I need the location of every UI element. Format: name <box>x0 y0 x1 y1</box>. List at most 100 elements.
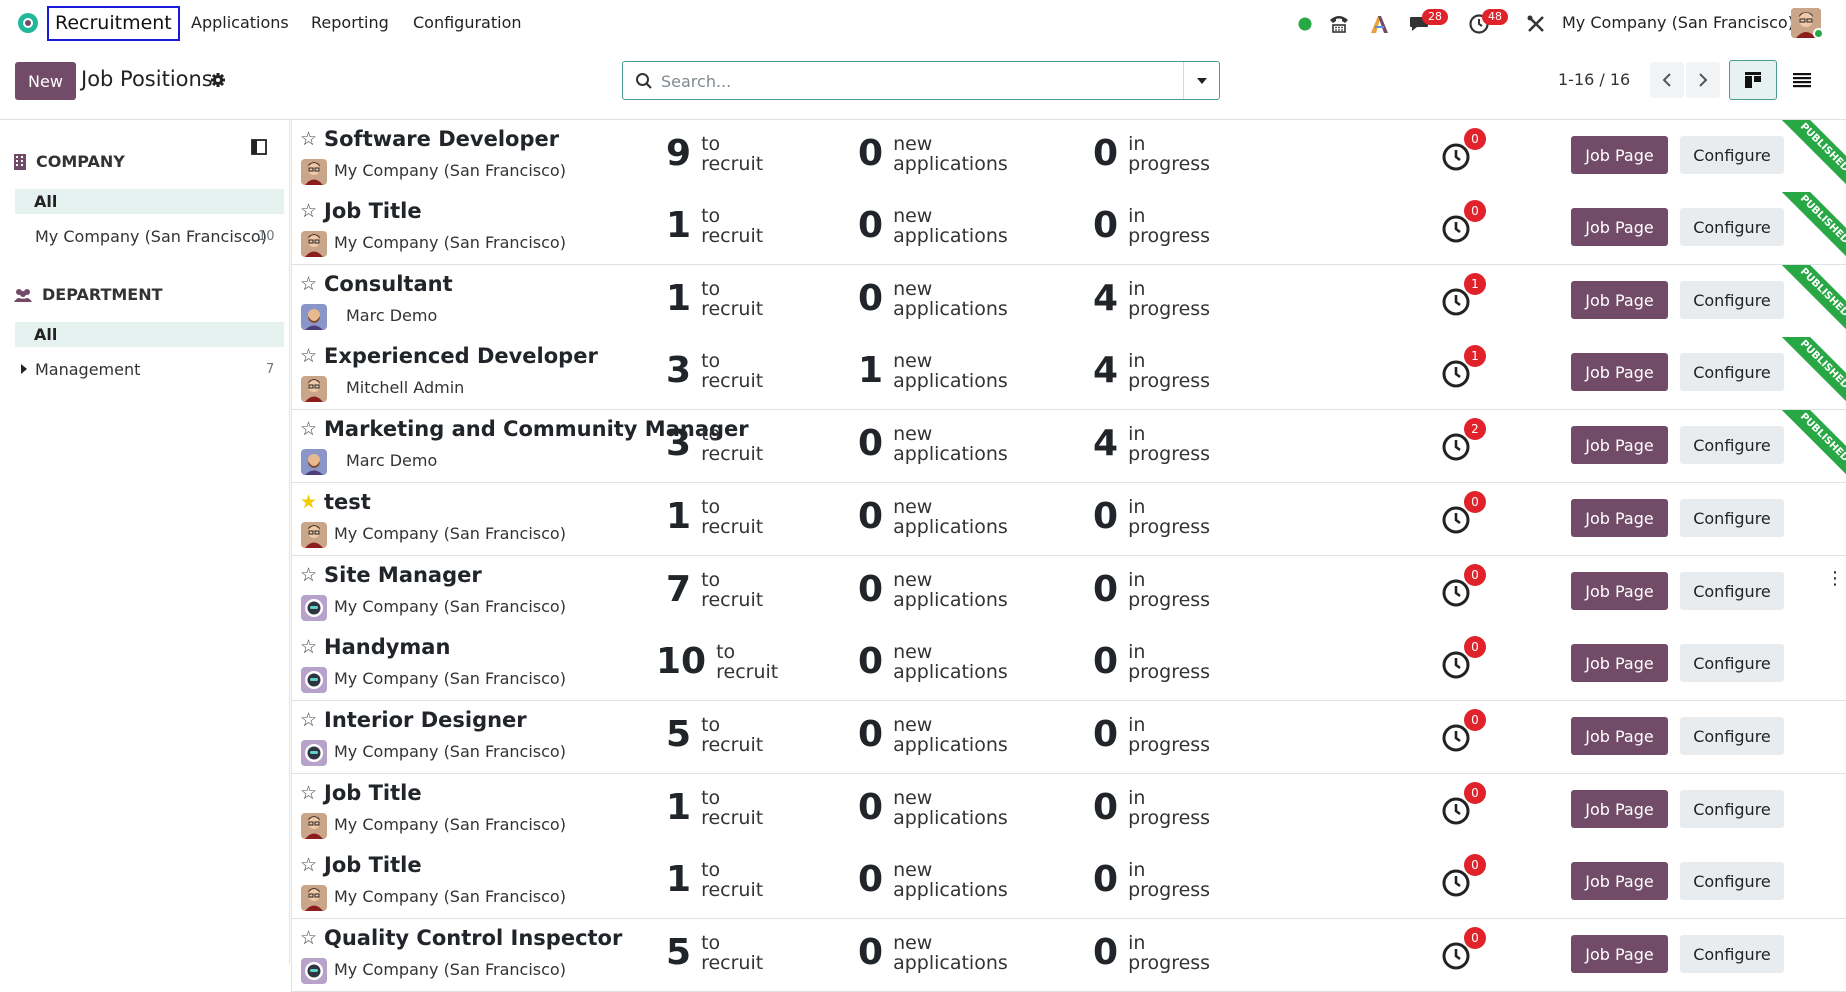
status-dot-icon[interactable] <box>1293 12 1317 36</box>
favorite-star-icon[interactable]: ☆ <box>300 200 317 222</box>
new-applications-stat[interactable]: 0 new applications <box>858 715 1008 756</box>
new-button[interactable]: New <box>15 62 76 100</box>
app-name[interactable]: Recruitment <box>47 6 180 41</box>
favorite-star-icon[interactable]: ☆ <box>300 273 317 295</box>
new-applications-stat[interactable]: 0 new applications <box>858 497 1008 538</box>
in-progress-stat[interactable]: 4 in progress <box>1093 351 1210 392</box>
department-filter-all[interactable]: All <box>15 322 284 347</box>
job-page-button[interactable]: Job Page <box>1571 208 1668 246</box>
in-progress-stat[interactable]: 0 in progress <box>1093 860 1210 901</box>
sidebar-collapse-icon[interactable] <box>251 139 267 155</box>
new-applications-stat[interactable]: 1 new applications <box>858 351 1008 392</box>
app-menu-icon[interactable] <box>16 11 40 35</box>
job-name[interactable]: Site Manager <box>324 563 482 587</box>
job-card[interactable]: ☆ Experienced Developer Mitchell Admin 3 to r… <box>291 337 1846 410</box>
configure-button[interactable]: Configure <box>1680 717 1784 755</box>
in-progress-stat[interactable]: 0 in progress <box>1093 206 1210 247</box>
favorite-star-icon[interactable]: ☆ <box>300 128 317 150</box>
job-page-button[interactable]: Job Page <box>1571 499 1668 537</box>
department-filter-item[interactable]: Management <box>35 360 140 379</box>
job-page-button[interactable]: Job Page <box>1571 281 1668 319</box>
company-filter-item[interactable]: My Company (San Francisco) <box>35 227 267 246</box>
new-applications-stat[interactable]: 0 new applications <box>858 788 1008 829</box>
configure-button[interactable]: Configure <box>1680 572 1784 610</box>
caret-right-icon[interactable] <box>21 364 27 374</box>
to-recruit-stat[interactable]: 10 to recruit <box>656 642 778 683</box>
job-name[interactable]: Handyman <box>324 635 450 659</box>
job-name[interactable]: Job Title <box>324 781 422 805</box>
job-card[interactable]: ☆ Job Title My Company (San Francisco) 1 to r… <box>291 846 1846 919</box>
favorite-star-icon[interactable]: ☆ <box>300 709 317 731</box>
job-name[interactable]: Experienced Developer <box>324 344 598 368</box>
configure-button[interactable]: Configure <box>1680 426 1784 464</box>
in-progress-stat[interactable]: 0 in progress <box>1093 642 1210 683</box>
new-applications-stat[interactable]: 0 new applications <box>858 642 1008 683</box>
job-name[interactable]: Job Title <box>324 199 422 223</box>
job-name[interactable]: Interior Designer <box>324 708 527 732</box>
job-card[interactable]: ☆ Handyman My Company (San Francisco) 10 to r… <box>291 628 1846 701</box>
menu-applications[interactable]: Applications <box>191 13 289 32</box>
job-card[interactable]: ☆ Software Developer My Company (San Franc… <box>291 120 1846 193</box>
to-recruit-stat[interactable]: 1 to recruit <box>666 860 763 901</box>
configure-button[interactable]: Configure <box>1680 499 1784 537</box>
in-progress-stat[interactable]: 4 in progress <box>1093 279 1210 320</box>
job-card[interactable]: ☆ Marketing and Community Manager Marc Dem… <box>291 410 1846 483</box>
configure-button[interactable]: Configure <box>1680 862 1784 900</box>
job-page-button[interactable]: Job Page <box>1571 426 1668 464</box>
company-filter-all[interactable]: All <box>15 189 284 214</box>
job-card[interactable]: ☆ Interior Designer My Company (San Franci… <box>291 701 1846 774</box>
new-applications-stat[interactable]: 0 new applications <box>858 206 1008 247</box>
to-recruit-stat[interactable]: 1 to recruit <box>666 206 763 247</box>
new-applications-stat[interactable]: 0 new applications <box>858 933 1008 974</box>
pager-next-button[interactable] <box>1686 62 1720 98</box>
to-recruit-stat[interactable]: 3 to recruit <box>666 424 763 465</box>
to-recruit-stat[interactable]: 5 to recruit <box>666 933 763 974</box>
new-applications-stat[interactable]: 0 new applications <box>858 424 1008 465</box>
favorite-star-icon[interactable]: ☆ <box>300 345 317 367</box>
job-page-button[interactable]: Job Page <box>1571 572 1668 610</box>
gear-icon[interactable] <box>210 72 226 88</box>
job-page-button[interactable]: Job Page <box>1571 790 1668 828</box>
configure-button[interactable]: Configure <box>1680 281 1784 319</box>
configure-button[interactable]: Configure <box>1680 644 1784 682</box>
menu-reporting[interactable]: Reporting <box>311 13 389 32</box>
search-options-toggle[interactable] <box>1183 62 1219 99</box>
job-card[interactable]: ☆ Quality Control Inspector My Company (Sa… <box>291 919 1846 992</box>
favorite-star-icon[interactable]: ★ <box>300 491 317 513</box>
list-view-button[interactable] <box>1778 60 1826 100</box>
favorite-star-icon[interactable]: ☆ <box>300 927 317 949</box>
to-recruit-stat[interactable]: 1 to recruit <box>666 788 763 829</box>
ai-icon[interactable] <box>1368 12 1392 36</box>
in-progress-stat[interactable]: 0 in progress <box>1093 134 1210 175</box>
job-page-button[interactable]: Job Page <box>1571 136 1668 174</box>
search-input[interactable] <box>661 68 1171 94</box>
job-page-button[interactable]: Job Page <box>1571 353 1668 391</box>
job-card[interactable]: ☆ Site Manager My Company (San Francisco) 7… <box>291 556 1846 629</box>
favorite-star-icon[interactable]: ☆ <box>300 418 317 440</box>
menu-configuration[interactable]: Configuration <box>413 13 522 32</box>
to-recruit-stat[interactable]: 9 to recruit <box>666 134 763 175</box>
to-recruit-stat[interactable]: 3 to recruit <box>666 351 763 392</box>
job-page-button[interactable]: Job Page <box>1571 935 1668 973</box>
configure-button[interactable]: Configure <box>1680 790 1784 828</box>
job-page-button[interactable]: Job Page <box>1571 644 1668 682</box>
in-progress-stat[interactable]: 0 in progress <box>1093 570 1210 611</box>
to-recruit-stat[interactable]: 7 to recruit <box>666 570 763 611</box>
to-recruit-stat[interactable]: 5 to recruit <box>666 715 763 756</box>
kebab-menu-icon[interactable]: ⋮ <box>1826 568 1844 589</box>
favorite-star-icon[interactable]: ☆ <box>300 854 317 876</box>
configure-button[interactable]: Configure <box>1680 136 1784 174</box>
phone-icon[interactable] <box>1327 12 1351 36</box>
in-progress-stat[interactable]: 0 in progress <box>1093 497 1210 538</box>
favorite-star-icon[interactable]: ☆ <box>300 636 317 658</box>
configure-button[interactable]: Configure <box>1680 935 1784 973</box>
pager-value[interactable]: 1-16 / 16 <box>1558 70 1630 89</box>
job-page-button[interactable]: Job Page <box>1571 862 1668 900</box>
pager-previous-button[interactable] <box>1650 62 1684 98</box>
in-progress-stat[interactable]: 0 in progress <box>1093 715 1210 756</box>
job-page-button[interactable]: Job Page <box>1571 717 1668 755</box>
job-name[interactable]: Quality Control Inspector <box>324 926 622 950</box>
configure-button[interactable]: Configure <box>1680 353 1784 391</box>
job-name[interactable]: Software Developer <box>324 127 559 151</box>
in-progress-stat[interactable]: 0 in progress <box>1093 788 1210 829</box>
